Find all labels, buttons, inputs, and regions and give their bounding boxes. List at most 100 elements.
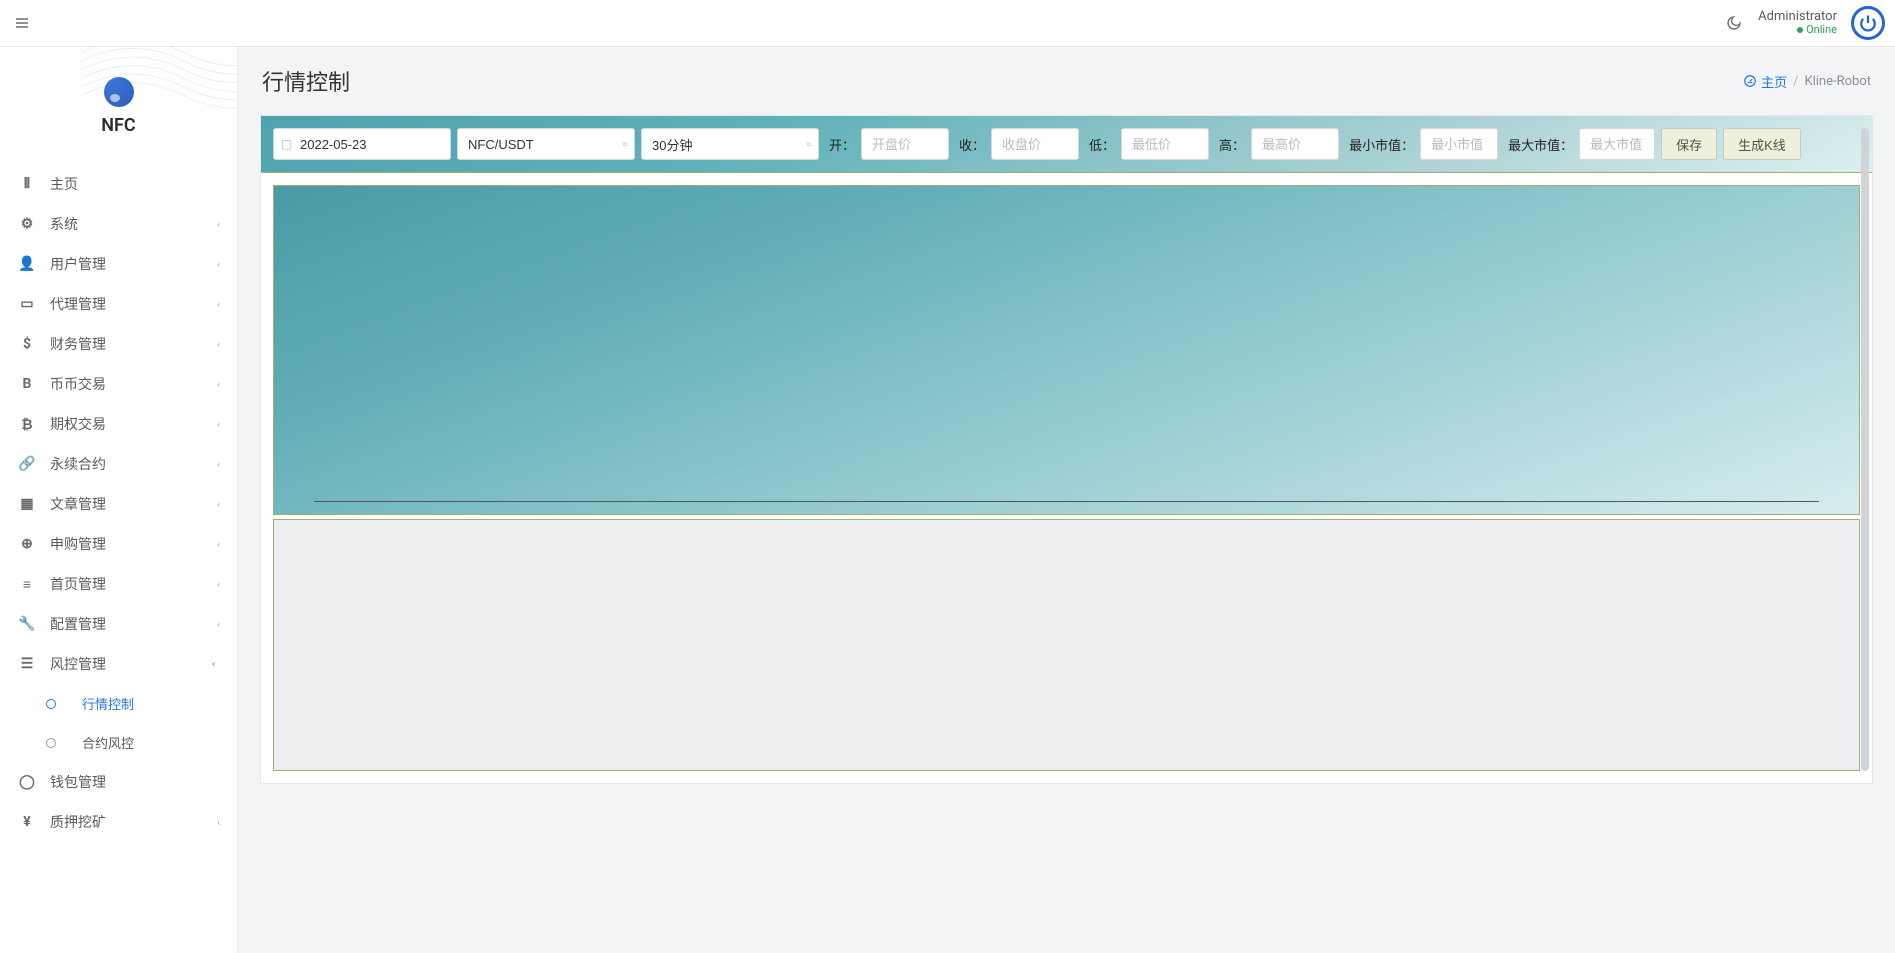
topbar: Administrator Online — [0, 0, 1895, 47]
main-content: 行情控制 主页 / Kline-Robot ▢ ▫ — [238, 47, 1895, 953]
min-cap-input[interactable] — [1420, 128, 1498, 160]
btc-icon: ₿ — [18, 416, 36, 433]
breadcrumb-separator: / — [1793, 74, 1798, 89]
sidebar-item-1[interactable]: ⚙系统‹ — [0, 204, 237, 244]
breadcrumb-current: Kline-Robot — [1804, 74, 1871, 89]
sidebar-item-label: 钱包管理 — [50, 772, 106, 792]
circle-icon: ◯ — [18, 774, 36, 790]
low-input[interactable] — [1121, 128, 1209, 160]
sidebar-item-11[interactable]: 🔧 配置管理 ‹ — [0, 604, 237, 644]
sidebar-item-label: 文章管理 — [50, 494, 106, 514]
user-info[interactable]: Administrator Online — [1758, 10, 1837, 36]
kline-chart-lower — [273, 519, 1860, 771]
logo-text: NFC — [0, 115, 237, 136]
sidebar-subitem-label: 行情控制 — [82, 694, 134, 713]
sidebar-subitem-12-0[interactable]: 行情控制 — [0, 684, 237, 723]
chevron-left-icon: ‹ — [218, 417, 221, 431]
chevron-left-icon: ‹ — [218, 257, 221, 271]
page-header: 行情控制 主页 / Kline-Robot — [238, 47, 1895, 115]
sidebar-item-label: 申购管理 — [50, 534, 106, 554]
low-label: 低： — [1089, 135, 1115, 154]
sidebar-item-8[interactable]: ▦文章管理‹ — [0, 484, 237, 524]
sidebar-item-6[interactable]: ₿期权交易‹ — [0, 404, 237, 444]
user-cog-icon: 👤 — [18, 256, 36, 272]
page-title: 行情控制 — [262, 65, 350, 97]
scrollbar[interactable] — [1861, 128, 1869, 771]
sidebar-item-7[interactable]: 🔗 永续合约 ‹ — [0, 444, 237, 484]
logo: NFC — [0, 47, 237, 146]
sidebar: NFC ⫴主页⚙系统‹👤用户管理‹▭代理管理‹$财务管理‹B币币交易‹₿期权交易… — [0, 47, 238, 953]
yen-icon: ¥ — [18, 814, 36, 830]
chart-axis — [314, 501, 1819, 502]
sidebar-item-10[interactable]: ≡ 首页管理 ‹ — [0, 564, 237, 604]
globe-icon: ⊕ — [18, 536, 36, 552]
sidebar-item-4[interactable]: $ 财务管理 ‹ — [0, 324, 237, 364]
chevron-left-icon: ‹ — [218, 457, 221, 471]
link-icon: 🔗 — [18, 456, 36, 472]
gear-icon: ⚙ — [18, 216, 36, 232]
open-label: 开： — [829, 135, 855, 154]
sidebar-item-label: 财务管理 — [50, 334, 106, 354]
content-card: ▢ ▫ ▫ 开： 收： 低： 高： 最小市 — [260, 115, 1873, 784]
sidebar-item-14[interactable]: ¥ 质押挖矿 ‹ — [0, 802, 237, 842]
max-cap-input[interactable] — [1579, 128, 1655, 160]
sidebar-item-3[interactable]: ▭代理管理‹ — [0, 284, 237, 324]
sidebar-item-2[interactable]: 👤用户管理‹ — [0, 244, 237, 284]
sidebar-item-label: 质押挖矿 — [50, 812, 106, 832]
sidebar-subitem-label: 合约风控 — [82, 733, 134, 752]
sidebar-item-label: 币币交易 — [50, 374, 106, 394]
breadcrumb-home-link[interactable]: 主页 — [1743, 72, 1787, 91]
logo-icon — [104, 77, 134, 107]
circle-icon — [46, 738, 56, 748]
close-input[interactable] — [991, 128, 1079, 160]
kline-chart-upper — [273, 185, 1860, 515]
sidebar-item-label: 首页管理 — [50, 574, 106, 594]
sidebar-item-9[interactable]: ⊕申购管理‹ — [0, 524, 237, 564]
chart-area — [273, 185, 1860, 771]
theme-toggle-button[interactable] — [1724, 13, 1744, 33]
sidebar-item-label: 永续合约 — [50, 454, 106, 474]
wrench-icon: 🔧 — [18, 616, 36, 632]
min-cap-label: 最小市值： — [1349, 135, 1414, 154]
nav-list: ⫴主页⚙系统‹👤用户管理‹▭代理管理‹$财务管理‹B币币交易‹₿期权交易‹🔗永续… — [0, 164, 237, 842]
filter-bar: ▢ ▫ ▫ 开： 收： 低： 高： 最小市 — [261, 116, 1872, 173]
generate-kline-button[interactable]: 生成K线 — [1723, 128, 1801, 160]
chevron-left-icon: ‹ — [218, 497, 221, 511]
interval-select[interactable] — [641, 128, 819, 160]
chevron-down-icon: ⌄ — [209, 660, 223, 667]
chevron-left-icon: ‹ — [218, 577, 221, 591]
menu-toggle-button[interactable] — [10, 11, 34, 35]
chevron-left-icon: ‹ — [218, 815, 221, 829]
chevron-left-icon: ‹ — [218, 617, 221, 631]
bold-b-icon: B — [18, 376, 36, 392]
breadcrumb-home-label: 主页 — [1761, 72, 1787, 91]
open-input[interactable] — [861, 128, 949, 160]
pair-select[interactable] — [457, 128, 635, 160]
sidebar-item-label: 风控管理 — [50, 654, 106, 674]
max-cap-label: 最大市值： — [1508, 135, 1573, 154]
rows-icon: ☰ — [18, 656, 36, 672]
chevron-left-icon: ‹ — [218, 297, 221, 311]
sidebar-item-5[interactable]: B 币币交易 ‹ — [0, 364, 237, 404]
sidebar-subitem-12-1[interactable]: 合约风控 — [0, 723, 237, 762]
sidebar-item-13[interactable]: ◯ 钱包管理 — [0, 762, 237, 802]
power-icon — [1859, 14, 1877, 32]
dollar-icon: $ — [18, 336, 36, 352]
chevron-left-icon: ‹ — [218, 377, 221, 391]
chevron-left-icon: ‹ — [218, 337, 221, 351]
high-input[interactable] — [1251, 128, 1339, 160]
sidebar-item-12[interactable]: ☰ 风控管理 ⌄ — [0, 644, 237, 684]
list-icon: ≡ — [18, 576, 36, 593]
date-input[interactable] — [273, 128, 451, 160]
sidebar-item-0[interactable]: ⫴主页 — [0, 164, 237, 204]
hamburger-icon — [14, 15, 30, 31]
user-name: Administrator — [1758, 10, 1837, 24]
id-card-icon: ▭ — [18, 296, 36, 312]
dashboard-icon — [1743, 74, 1757, 88]
sidebar-item-label: 配置管理 — [50, 614, 106, 634]
sidebar-item-label: 系统 — [50, 214, 78, 234]
high-label: 高： — [1219, 135, 1245, 154]
power-button[interactable] — [1851, 6, 1885, 40]
close-label: 收： — [959, 135, 985, 154]
save-button[interactable]: 保存 — [1661, 128, 1717, 160]
